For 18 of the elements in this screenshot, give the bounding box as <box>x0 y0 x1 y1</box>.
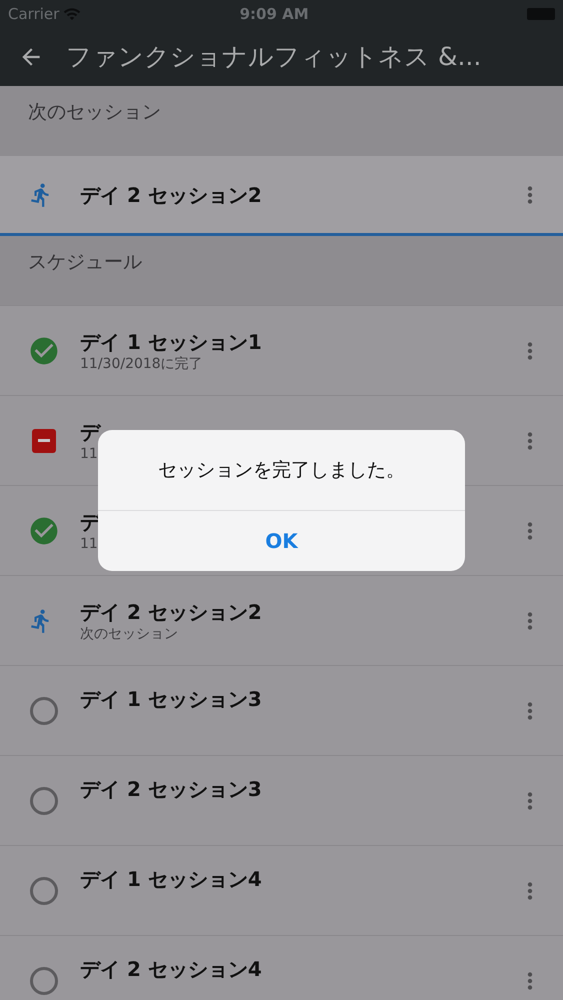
session-subtitle: 11/30/2018に完了 <box>80 354 203 372</box>
session-title: デ <box>80 418 100 444</box>
session-title: デイ 2 セッション2 <box>80 182 263 208</box>
session-title: デイ 2 セッション3 <box>80 776 262 802</box>
session-title: デイ 1 セッション4 <box>80 866 262 892</box>
session-title: デイ 2 セッション4 <box>80 956 262 982</box>
session-title: デイ 1 セッション1 <box>80 328 262 354</box>
session-subtitle: 次のセッション <box>80 624 178 642</box>
section-heading: スケジュール <box>28 251 142 273</box>
session-subtitle: 11 <box>80 534 98 552</box>
session-title: デイ 1 セッション3 <box>80 686 262 712</box>
session-subtitle: 11 <box>80 444 98 462</box>
section-heading: 次のセッション <box>28 101 161 123</box>
session-title: デイ 2 セッション2 <box>80 598 262 624</box>
screen-title: ファンクショナルフィットネス &... <box>66 41 482 74</box>
alert-message: セッションを完了しました。 <box>158 458 405 483</box>
clock: 9:09 AM <box>238 4 310 25</box>
carrier-label: Carrier <box>8 4 60 25</box>
